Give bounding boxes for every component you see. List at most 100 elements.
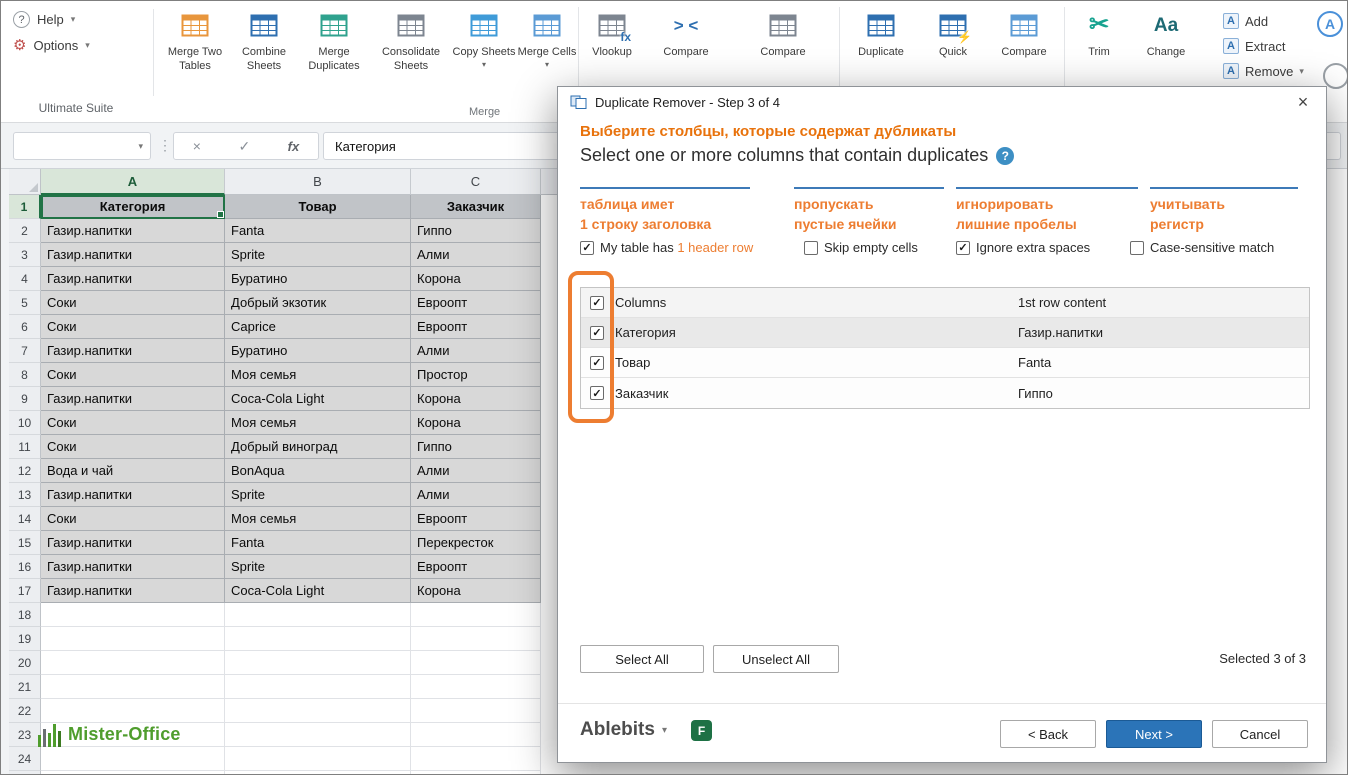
ablebits-brand[interactable]: Ablebits ▾ [580,719,667,741]
drag-handle-icon[interactable]: ⋮ [158,137,172,154]
ribbon-button-vlookup-6[interactable]: fxVlookup [580,5,644,99]
unselect-all-button[interactable]: Unselect All [713,645,839,673]
ribbon-button-trim-12[interactable]: ✂Trim [1066,5,1132,99]
cell-B8[interactable]: Моя семья [225,363,411,387]
row-header-11[interactable]: 11 [9,435,41,459]
cell-B3[interactable]: Sprite [225,243,411,267]
cell-C12[interactable]: Алми [411,459,541,483]
cancel-icon[interactable]: × [193,138,201,154]
row-header-9[interactable]: 9 [9,387,41,411]
cell-A7[interactable]: Газир.напитки [41,339,225,363]
ribbon-button-merge-duplicates-2[interactable]: Merge Duplicates [297,5,371,99]
cell-A11[interactable]: Соки [41,435,225,459]
ribbon-button-quick-10[interactable]: ⚡Quick [921,5,985,99]
cell-B2[interactable]: Fanta [225,219,411,243]
cell-B17[interactable]: Coca-Cola Light [225,579,411,603]
cell-C16[interactable]: Евроопт [411,555,541,579]
ribbon-button-merge-cells-5[interactable]: Merge Cells▾ [517,5,577,99]
cell-B6[interactable]: Caprice [225,315,411,339]
cell-B7[interactable]: Буратино [225,339,411,363]
cell-B21[interactable] [225,675,411,699]
cell-B1[interactable]: Товар [225,195,411,219]
row-header-14[interactable]: 14 [9,507,41,531]
case-sensitive-checkbox[interactable] [1130,241,1144,255]
row-header-13[interactable]: 13 [9,483,41,507]
row-header-4[interactable]: 4 [9,267,41,291]
column-header-B[interactable]: B [225,169,411,195]
cell-A24[interactable] [41,747,225,771]
column-checkbox[interactable] [590,296,604,310]
help-menu[interactable]: ? Help ▾ [13,11,90,28]
row-header-15[interactable]: 15 [9,531,41,555]
row-header-1[interactable]: 1 [9,195,41,219]
row-header-12[interactable]: 12 [9,459,41,483]
row-header-25[interactable]: 25 [9,771,41,775]
row-header-2[interactable]: 2 [9,219,41,243]
ribbon-button-combine-sheets-1[interactable]: Combine Sheets [231,5,297,99]
cell-B11[interactable]: Добрый виноград [225,435,411,459]
cell-A3[interactable]: Газир.напитки [41,243,225,267]
ribbon-button-merge-two-tables-0[interactable]: Merge Two Tables [159,5,231,99]
ribbon-button-compare-8[interactable]: Compare [728,5,838,99]
row-header-5[interactable]: 5 [9,291,41,315]
row-header-10[interactable]: 10 [9,411,41,435]
next-button[interactable]: Next > [1106,720,1202,748]
cell-C2[interactable]: Гиппо [411,219,541,243]
ribbon-button-change-13[interactable]: AaChange [1132,5,1200,99]
row-header-16[interactable]: 16 [9,555,41,579]
cell-A18[interactable] [41,603,225,627]
skip-empty-cells-option[interactable]: Skip empty cells [804,240,918,255]
column-checkbox[interactable] [590,356,604,370]
close-icon[interactable]: × [1288,90,1318,114]
cell-A13[interactable]: Газир.напитки [41,483,225,507]
cell-B10[interactable]: Моя семья [225,411,411,435]
cell-B24[interactable] [225,747,411,771]
remove-button[interactable]: ARemove▾ [1223,63,1304,79]
cell-A19[interactable] [41,627,225,651]
cell-B12[interactable]: BonAqua [225,459,411,483]
row-header-24[interactable]: 24 [9,747,41,771]
cell-B20[interactable] [225,651,411,675]
cell-A14[interactable]: Соки [41,507,225,531]
cell-C23[interactable] [411,723,541,747]
header-row-link[interactable]: 1 header row [677,240,753,255]
cell-B5[interactable]: Добрый экзотик [225,291,411,315]
cell-B4[interactable]: Буратино [225,267,411,291]
case-sensitive-option[interactable]: Case-sensitive match [1130,240,1274,255]
columns-table-row-Заказчик[interactable]: ЗаказчикГиппо [581,378,1309,408]
ribbon-button-consolidate-sheets-3[interactable]: Consolidate Sheets [371,5,451,99]
cell-A16[interactable]: Газир.напитки [41,555,225,579]
cell-B16[interactable]: Sprite [225,555,411,579]
cell-C6[interactable]: Евроопт [411,315,541,339]
columns-table-row-Товар[interactable]: ТоварFanta [581,348,1309,378]
cell-A10[interactable]: Соки [41,411,225,435]
cell-C22[interactable] [411,699,541,723]
cell-A4[interactable]: Газир.напитки [41,267,225,291]
skip-empty-cells-checkbox[interactable] [804,241,818,255]
cell-B25[interactable] [225,771,411,775]
cell-C8[interactable]: Простор [411,363,541,387]
cell-B19[interactable] [225,627,411,651]
row-header-17[interactable]: 17 [9,579,41,603]
cell-B14[interactable]: Моя семья [225,507,411,531]
ribbon-button-copy-sheets-4[interactable]: Copy Sheets▾ [451,5,517,99]
name-box[interactable]: ▾ [13,132,151,160]
cell-A9[interactable]: Газир.напитки [41,387,225,411]
cell-A17[interactable]: Газир.напитки [41,579,225,603]
column-checkbox[interactable] [590,386,604,400]
row-header-20[interactable]: 20 [9,651,41,675]
cell-C14[interactable]: Евроопт [411,507,541,531]
chevron-down-icon[interactable]: ▾ [138,141,143,152]
row-header-3[interactable]: 3 [9,243,41,267]
options-menu[interactable]: ⚙ Options ▾ [13,38,90,53]
select-all-corner[interactable] [9,169,41,195]
cell-C15[interactable]: Перекресток [411,531,541,555]
cell-A20[interactable] [41,651,225,675]
cell-A21[interactable] [41,675,225,699]
cell-B15[interactable]: Fanta [225,531,411,555]
cell-C18[interactable] [411,603,541,627]
cell-A25[interactable] [41,771,225,775]
ablebits-badge-icon[interactable]: A [1317,11,1343,37]
cell-C5[interactable]: Евроопт [411,291,541,315]
cell-A2[interactable]: Газир.напитки [41,219,225,243]
